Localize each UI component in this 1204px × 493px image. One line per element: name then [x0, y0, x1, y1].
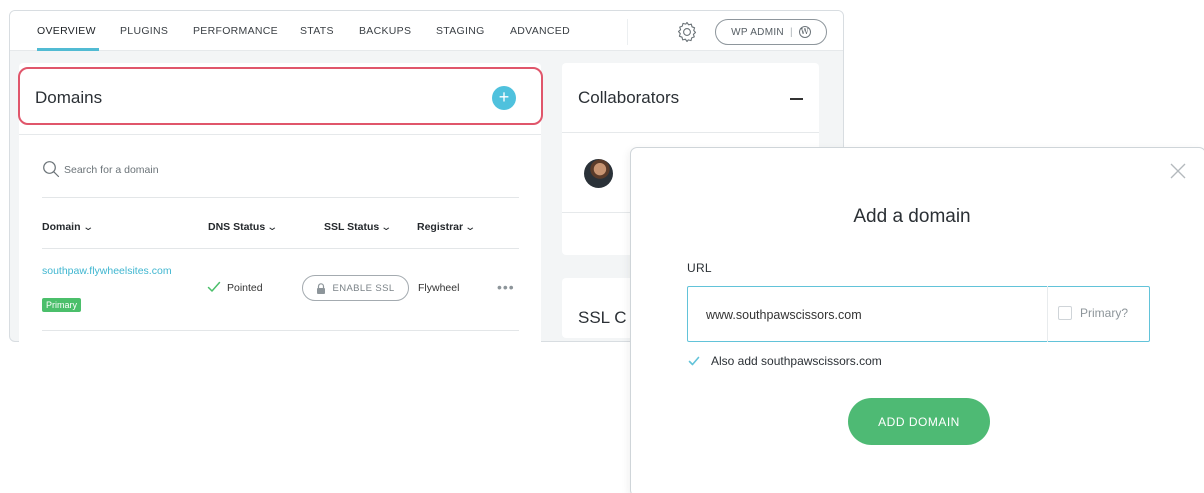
enable-ssl-label: ENABLE SSL	[332, 282, 395, 294]
column-label: DNS Status	[208, 221, 266, 233]
wp-admin-label: WP ADMIN	[731, 26, 784, 38]
card-divider	[19, 134, 541, 135]
domain-search-input[interactable]	[64, 162, 264, 178]
primary-checkbox-label: Primary?	[1080, 306, 1129, 320]
tab-stats[interactable]: STATS	[300, 25, 334, 37]
nav-divider	[627, 19, 628, 45]
minus-icon[interactable]	[790, 98, 803, 100]
domains-title: Domains	[35, 88, 103, 107]
enable-ssl-button[interactable]: ENABLE SSL	[302, 275, 409, 301]
chevron-down-icon: ⌄	[81, 221, 94, 233]
primary-checkbox[interactable]	[1058, 306, 1072, 320]
column-label: SSL Status	[324, 221, 380, 233]
tab-backups[interactable]: BACKUPS	[359, 25, 411, 37]
add-domain-button[interactable]: +	[492, 86, 516, 110]
dns-status-value: Pointed	[227, 282, 263, 294]
chevron-down-icon: ⌄	[380, 221, 393, 233]
table-header-divider	[42, 248, 519, 249]
also-add-checkbox[interactable]	[687, 354, 701, 368]
avatar[interactable]	[584, 159, 613, 188]
wp-admin-button[interactable]: WP ADMIN | W	[715, 19, 827, 45]
column-header-dns-status[interactable]: DNS Status ⌄	[208, 221, 279, 233]
column-header-domain[interactable]: Domain ⌄	[42, 221, 94, 233]
search-icon	[43, 161, 60, 178]
domains-header: Domains +	[18, 67, 543, 125]
chevron-down-icon: ⌄	[266, 221, 279, 233]
row-divider	[42, 330, 519, 331]
column-header-ssl-status[interactable]: SSL Status ⌄	[324, 221, 393, 233]
url-label: URL	[687, 261, 712, 275]
domain-link[interactable]: southpaw.flywheelsites.com	[42, 265, 177, 277]
modal-title: Add a domain	[853, 206, 971, 227]
tab-plugins[interactable]: PLUGINS	[120, 25, 168, 37]
ssl-card-title: SSL C	[578, 308, 627, 327]
url-input[interactable]	[706, 306, 1006, 324]
gear-icon[interactable]	[675, 20, 699, 44]
wp-admin-separator: |	[789, 26, 793, 38]
more-options-icon[interactable]: •••	[497, 279, 515, 295]
search-underline	[42, 197, 519, 198]
column-header-registrar[interactable]: Registrar ⌄	[417, 221, 477, 233]
url-field-divider	[1047, 286, 1048, 342]
url-field: Primary?	[687, 286, 1150, 342]
add-domain-modal: Add a domain URL Primary? Also add south…	[630, 147, 1204, 493]
collaborators-title: Collaborators	[578, 88, 680, 107]
registrar-value: Flywheel	[418, 282, 460, 294]
top-navigation: OVERVIEW PLUGINS PERFORMANCE STATS BACKU…	[10, 11, 843, 51]
wordpress-icon: W	[798, 26, 811, 38]
active-tab-indicator	[37, 48, 99, 51]
tab-advanced[interactable]: ADVANCED	[510, 25, 570, 37]
tab-overview[interactable]: OVERVIEW	[37, 25, 96, 37]
chevron-down-icon: ⌄	[464, 221, 477, 233]
tab-staging[interactable]: STAGING	[436, 25, 485, 37]
primary-badge: Primary	[42, 298, 81, 312]
column-label: Domain	[42, 221, 81, 233]
checkmark-icon	[207, 281, 221, 292]
also-add-label: Also add southpawscissors.com	[711, 354, 882, 368]
add-domain-submit-button[interactable]: ADD DOMAIN	[848, 398, 990, 445]
column-label: Registrar	[417, 221, 464, 233]
close-icon[interactable]	[1169, 162, 1187, 180]
lock-icon	[317, 282, 326, 294]
card-divider	[562, 132, 819, 133]
tab-performance[interactable]: PERFORMANCE	[193, 25, 278, 37]
